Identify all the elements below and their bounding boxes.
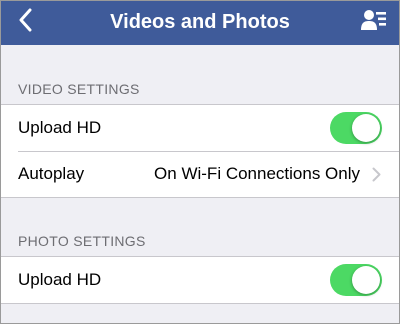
toggle-knob [352,114,380,142]
photo-upload-hd-toggle[interactable] [330,264,382,296]
video-upload-hd-row: Upload HD [0,105,400,151]
autoplay-label: Autoplay [18,164,85,183]
photo-settings-header: PHOTO SETTINGS [18,233,146,249]
contact-list-icon [361,9,387,36]
navigation-bar: Videos and Photos [0,0,400,45]
photo-upload-hd-row: Upload HD [0,257,400,303]
toggle-knob [352,266,380,294]
autoplay-row[interactable]: Autoplay On Wi-Fi Connections Only [0,151,400,197]
video-upload-hd-label: Upload HD [18,118,102,137]
page-title: Videos and Photos [110,11,290,33]
chevron-left-icon [18,8,32,37]
autoplay-value: On Wi-Fi Connections Only [154,164,360,183]
video-upload-hd-toggle[interactable] [330,112,382,144]
back-button[interactable] [10,6,40,38]
video-settings-group: Upload HD Autoplay On Wi-Fi Connections … [0,104,400,198]
chevron-right-icon [372,166,382,182]
profile-settings-button[interactable] [360,9,388,35]
video-settings-header: VIDEO SETTINGS [18,81,140,97]
photo-upload-hd-label: Upload HD [18,270,102,289]
photo-settings-group: Upload HD [0,256,400,304]
